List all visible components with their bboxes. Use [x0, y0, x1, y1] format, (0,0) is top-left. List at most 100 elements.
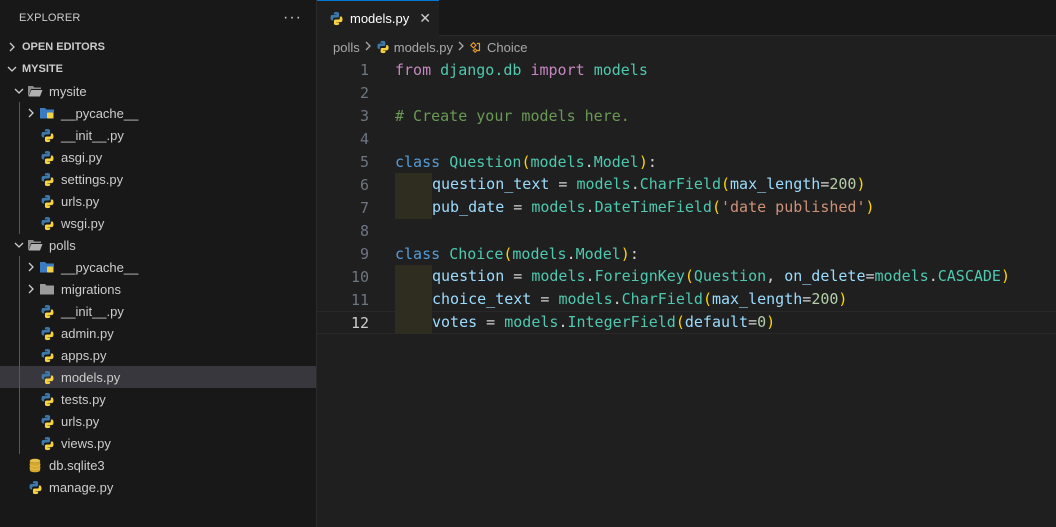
tree-item[interactable]: wsgi.py [0, 212, 316, 234]
more-actions-icon[interactable]: ··· [283, 9, 302, 27]
tree-item[interactable]: urls.py [0, 190, 316, 212]
chevron-down-icon [11, 240, 27, 250]
code-line[interactable]: 7 pub_date = models.DateTimeField('date p… [317, 196, 1056, 219]
tree-item[interactable]: admin.py [0, 322, 316, 344]
tree-item[interactable]: manage.py [0, 476, 316, 498]
code-line[interactable]: 8 [317, 219, 1056, 242]
chevron-right-icon [364, 41, 372, 54]
code-token: CASCADE [937, 267, 1001, 285]
line-number: 6 [359, 175, 369, 194]
python-file-icon [39, 347, 55, 363]
code-token: ) [766, 313, 776, 331]
open-editors-label: OPEN EDITORS [22, 41, 105, 53]
tree-item[interactable]: migrations [0, 278, 316, 300]
code-line[interactable]: 5 class Question(models.Model): [317, 150, 1056, 173]
code-token: models [576, 175, 631, 193]
class-symbol-icon [469, 40, 483, 54]
code-line[interactable]: 11 choice_text = models.CharField(max_len… [317, 288, 1056, 311]
chevron-right-icon [23, 284, 39, 294]
tree-item[interactable]: __init__.py [0, 300, 316, 322]
line-number: 1 [359, 60, 369, 79]
tree-item-label: __pycache__ [61, 259, 139, 275]
open-editors-section[interactable]: OPEN EDITORS [0, 36, 316, 58]
breadcrumb-symbol[interactable]: Choice [469, 40, 527, 55]
tree-item[interactable]: __pycache__ [0, 102, 316, 124]
python-folder-icon [39, 259, 55, 275]
code-token: ) [1000, 267, 1010, 285]
tree-item-label: __init__.py [61, 127, 124, 143]
indent-guide [19, 146, 20, 168]
code-editor[interactable]: 1 from django.db import models 2 3 # Create … [317, 58, 1056, 334]
code-token: . [630, 175, 640, 193]
code-line[interactable]: 9 class Choice(models.Model): [317, 242, 1056, 265]
tree-item[interactable]: apps.py [0, 344, 316, 366]
code-token: = [748, 313, 758, 331]
tree-item-label: urls.py [61, 413, 100, 429]
code-text: # Create your models here. [395, 107, 630, 125]
code-token: models [558, 290, 613, 308]
tree-item[interactable]: models.py [0, 366, 316, 388]
tree-item[interactable]: __init__.py [0, 124, 316, 146]
indent-highlight [395, 196, 432, 219]
code-token: 0 [757, 313, 767, 331]
code-token: question [432, 267, 505, 285]
code-token: ( [675, 313, 685, 331]
line-number: 7 [359, 198, 369, 217]
code-token: CharField [621, 290, 703, 308]
folder-icon [39, 281, 55, 297]
explorer-sidebar: EXPLORER ··· OPEN EDITORS MYSITE mysite _… [0, 0, 317, 527]
breadcrumb-folder-label: polls [333, 39, 360, 55]
workspace-section[interactable]: MYSITE [0, 58, 316, 80]
code-token: : [647, 152, 657, 171]
tree-item[interactable]: settings.py [0, 168, 316, 190]
tree-item[interactable]: views.py [0, 432, 316, 454]
tree-item-label: admin.py [61, 325, 114, 341]
tree-item[interactable]: __pycache__ [0, 256, 316, 278]
indent-guide [19, 278, 20, 300]
code-token: max_length [711, 290, 803, 308]
indent-guide [19, 410, 20, 432]
code-token: import [530, 60, 585, 79]
tab-models-py[interactable]: models.py ✕ [317, 0, 439, 36]
code-line[interactable]: 1 from django.db import models [317, 58, 1056, 81]
tree-item[interactable]: asgi.py [0, 146, 316, 168]
code-text: question = models.ForeignKey(Question, o… [395, 265, 1010, 288]
breadcrumb-folder[interactable]: polls [333, 40, 360, 55]
close-icon[interactable]: ✕ [419, 10, 431, 27]
code-token: ForeignKey [594, 267, 685, 285]
code-line[interactable]: 2 [317, 81, 1056, 104]
tree-item-label: apps.py [61, 347, 107, 363]
indent-guide [19, 168, 20, 190]
indent-guide [19, 388, 20, 410]
tree-item[interactable]: mysite [0, 80, 316, 102]
line-number: 2 [359, 83, 369, 102]
python-file-icon [39, 369, 55, 385]
breadcrumb-file[interactable]: models.py [376, 40, 453, 55]
code-token: ) [620, 244, 630, 263]
code-line[interactable]: 4 [317, 127, 1056, 150]
tree-item[interactable]: polls [0, 234, 316, 256]
breadcrumb: polls models.py Choice [317, 36, 1056, 58]
python-file-icon [39, 215, 55, 231]
code-line[interactable]: 12 votes = models.IntegerField(default=0) [317, 311, 1056, 334]
code-token: # Create your models here. [395, 106, 630, 125]
tree-item[interactable]: urls.py [0, 410, 316, 432]
code-token: = [504, 267, 532, 285]
code-token: question_text [432, 175, 550, 193]
code-token: . [584, 152, 594, 171]
python-file-icon [39, 391, 55, 407]
line-number: 11 [350, 290, 369, 309]
tree-item[interactable]: db.sqlite3 [0, 454, 316, 476]
code-line[interactable]: 3 # Create your models here. [317, 104, 1056, 127]
code-line[interactable]: 6 question_text = models.CharField(max_le… [317, 173, 1056, 196]
tree-item[interactable]: tests.py [0, 388, 316, 410]
indent-guide [19, 212, 20, 234]
code-token: 200 [829, 175, 857, 193]
indent-highlight [395, 265, 432, 288]
code-line[interactable]: 10 question = models.ForeignKey(Question,… [317, 265, 1056, 288]
indent-guide [19, 190, 20, 212]
code-token: Model [575, 244, 621, 263]
code-token: ) [638, 152, 648, 171]
code-token: IntegerField [567, 313, 676, 331]
